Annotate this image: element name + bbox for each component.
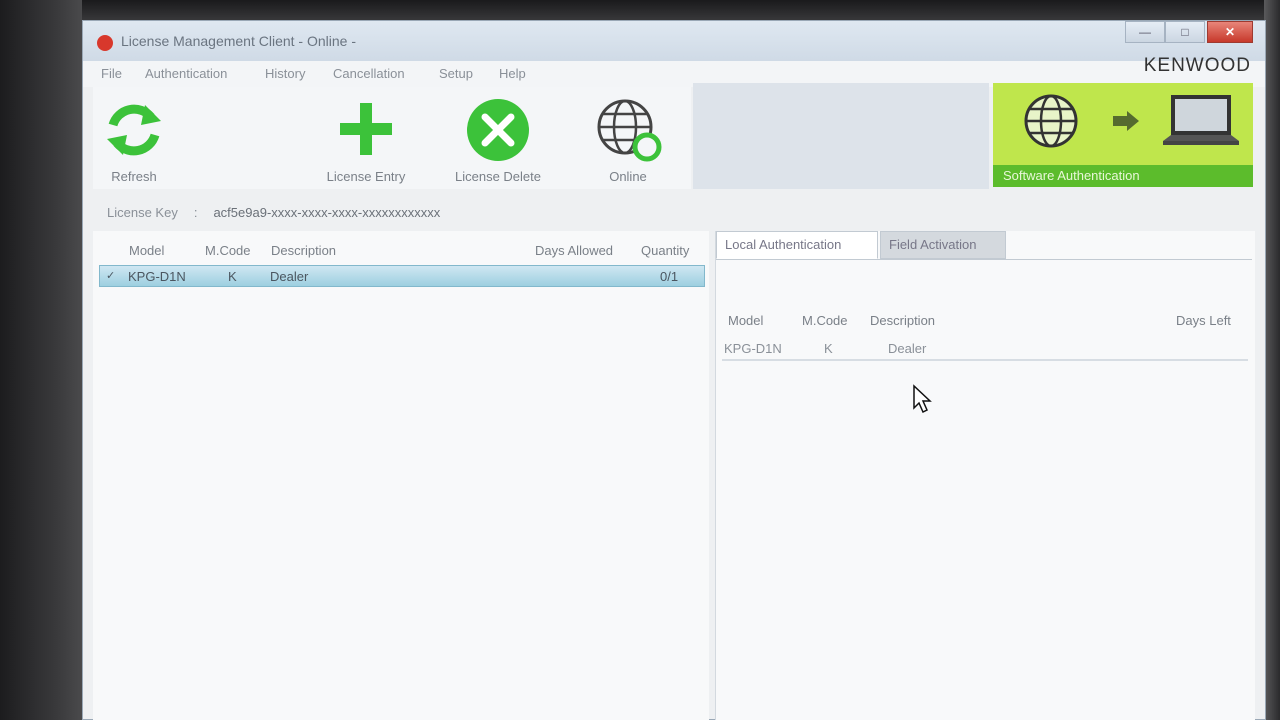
license-key-value: acf5e9a9-xxxx-xxxx-xxxx-xxxxxxxxxxxx [213, 205, 441, 220]
arrow-right-icon [1113, 111, 1139, 131]
row-model: KPG-D1N [128, 269, 186, 284]
globe-icon [1024, 94, 1078, 148]
license-delete-button[interactable]: License Delete [443, 87, 553, 189]
window-title: License Management Client - Online - [121, 33, 357, 49]
refresh-icon [107, 104, 161, 156]
row-mcode: K [228, 269, 237, 284]
tab-local-authentication[interactable]: Local Authentication [716, 231, 878, 259]
row-description: Dealer [270, 269, 309, 284]
plus-icon [340, 103, 392, 155]
rp-col-days-left[interactable]: Days Left [1176, 313, 1231, 328]
license-key-row: License Key: acf5e9a9-xxxx-xxxx-xxxx-xxxx… [107, 205, 440, 220]
close-button[interactable]: ✕ [1207, 21, 1253, 43]
license-key-label: License Key [107, 205, 178, 220]
license-entry-button[interactable]: License Entry [311, 87, 421, 189]
refresh-button[interactable]: Refresh [79, 87, 189, 189]
row-quantity: 0/1 [660, 269, 679, 284]
tab-divider [716, 259, 1252, 260]
online-button[interactable]: Online [573, 87, 683, 189]
monitor-bezel-left [0, 0, 82, 720]
software-authentication-label: Software Authentication [993, 165, 1253, 187]
menu-cancellation[interactable]: Cancellation [333, 66, 405, 81]
app-window: License Management Client - Online - — □… [82, 20, 1266, 720]
rp-col-description[interactable]: Description [870, 313, 935, 328]
menu-authentication[interactable]: Authentication [145, 66, 227, 81]
title-bar[interactable]: License Management Client - Online - — □… [83, 21, 1265, 61]
software-authentication-panel[interactable]: Software Authentication [993, 83, 1253, 187]
license-list-pane: Model M.Code Description Days Allowed Qu… [93, 231, 709, 720]
rp-row-model[interactable]: KPG-D1N [724, 341, 782, 356]
rp-row-mcode[interactable]: K [824, 341, 833, 356]
col-quantity[interactable]: Quantity [641, 243, 689, 258]
menu-file[interactable]: File [101, 66, 122, 81]
rp-col-model[interactable]: Model [728, 313, 763, 328]
monitor-bezel-right [1264, 0, 1280, 720]
tab-field-activation[interactable]: Field Activation [880, 231, 1006, 259]
toolbar: Refresh License Entry License Delete Onl… [93, 87, 691, 189]
table-row[interactable]: ✓ KPG-D1N K Dealer 0/1 [99, 265, 705, 287]
mouse-cursor-icon [913, 384, 932, 414]
online-label: Online [609, 169, 647, 184]
globe-online-icon [597, 99, 662, 162]
col-model[interactable]: Model [129, 243, 164, 258]
col-days-allowed[interactable]: Days Allowed [535, 243, 613, 258]
refresh-label: Refresh [111, 169, 157, 184]
menu-history[interactable]: History [265, 66, 305, 81]
license-delete-label: License Delete [455, 169, 541, 184]
authentication-pane: Local Authentication Field Activation Mo… [715, 231, 1255, 720]
laptop-icon [1163, 95, 1239, 145]
rp-row-description[interactable]: Dealer [888, 341, 926, 356]
col-mcode[interactable]: M.Code [205, 243, 251, 258]
row-checkbox[interactable]: ✓ [106, 269, 115, 282]
status-area [693, 83, 989, 189]
menu-help[interactable]: Help [499, 66, 526, 81]
col-description[interactable]: Description [271, 243, 336, 258]
maximize-button[interactable]: □ [1165, 21, 1205, 43]
rp-row-divider [722, 359, 1248, 361]
monitor-bezel-top [0, 0, 1280, 22]
minimize-button[interactable]: — [1125, 21, 1165, 43]
menu-setup[interactable]: Setup [439, 66, 473, 81]
app-icon [97, 35, 113, 51]
license-entry-label: License Entry [326, 169, 406, 184]
license-key-separator: : [193, 205, 198, 220]
kenwood-logo: KENWOOD [1143, 55, 1251, 76]
rp-col-mcode[interactable]: M.Code [802, 313, 848, 328]
delete-x-icon [467, 99, 529, 161]
